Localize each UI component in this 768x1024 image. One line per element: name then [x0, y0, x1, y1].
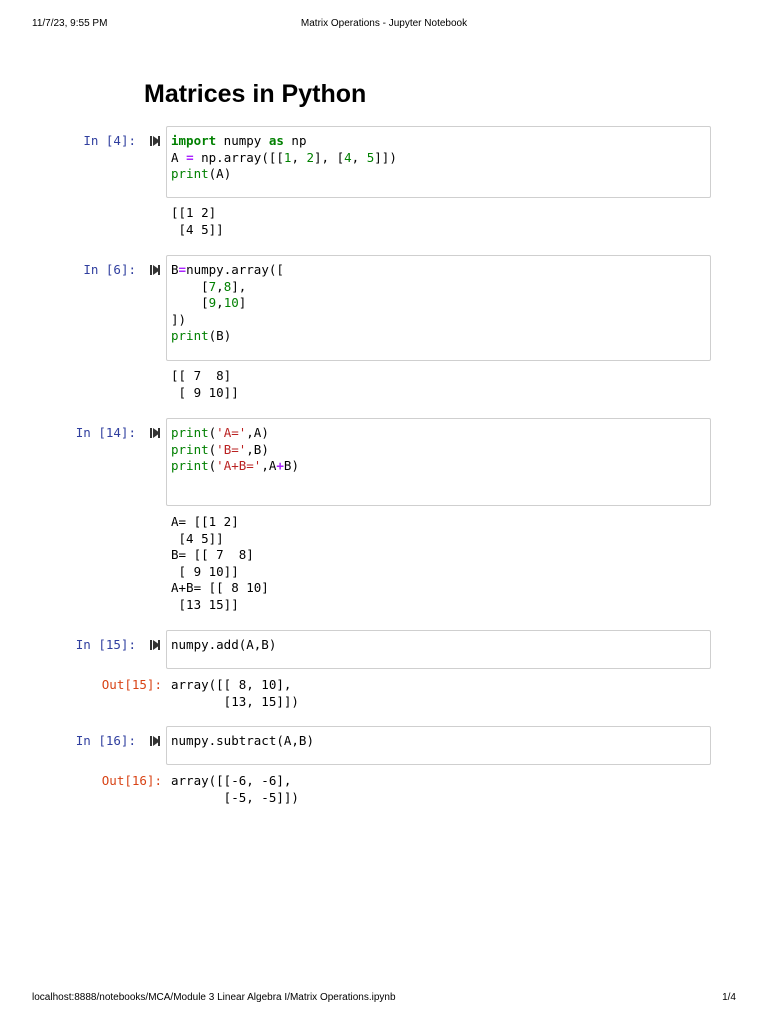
code-token: [ [171, 278, 209, 294]
code-token: 'A+B=' [216, 458, 262, 473]
code-token: B) [283, 458, 299, 473]
run-cell-icon[interactable] [149, 264, 161, 276]
cell-output: A= [[1 2] [4 5]] B= [[ 7 8] [ 9 10]] A+B= … [171, 514, 269, 613]
output-line: [13, 15]]) [171, 693, 299, 709]
code-token: 10 [223, 295, 239, 310]
code-token: [ [171, 295, 209, 310]
code-token: numpy.add(A,B) [171, 637, 277, 652]
code-token: = [186, 149, 194, 165]
output-line: B= [[ 7 8] [171, 547, 254, 562]
code-cell-input[interactable]: print('A=',A) print('B=',B) print('A+B=',A… [166, 418, 711, 506]
run-cell-icon[interactable] [149, 639, 161, 651]
code-line: B=numpy.array([ [171, 262, 706, 279]
output-line: [ 9 10]] [171, 563, 239, 579]
code-line: A = np.array([[1, 2], [4, 5]]) [171, 150, 706, 167]
code-cell-input[interactable]: B=numpy.array([ [7,8], [9,10]]) print(B) [166, 255, 711, 361]
input-prompt: In [15]: [75, 637, 136, 652]
code-token: ,B) [246, 441, 269, 457]
code-token: B [171, 262, 179, 277]
output-line: A+B= [[ 8 10] [171, 580, 269, 595]
input-prompt: In [16]: [75, 733, 136, 748]
code-token: = [178, 262, 187, 277]
code-token: np [283, 133, 307, 148]
output-line: [13 15]] [171, 596, 239, 612]
code-line: [9,10] [171, 295, 706, 312]
code-token: , [216, 295, 224, 310]
code-token: import [171, 133, 217, 148]
code-line: print('B=',B) [171, 442, 706, 459]
print-url[interactable]: localhost:8888/notebooks/MCA/Module 3 Li… [32, 992, 396, 1003]
code-token: A [171, 149, 187, 165]
code-token: numpy.subtract(A,B) [171, 733, 314, 748]
code-token: ]]) [374, 149, 397, 165]
output-line: [4 5]] [171, 530, 224, 546]
code-token: numpy [216, 133, 269, 148]
code-token: ,A) [246, 425, 269, 440]
print-footer: localhost:8888/notebooks/MCA/Module 3 Li… [32, 992, 736, 1006]
code-line: [7,8], [171, 279, 706, 296]
output-prompt: Out[15]: [101, 677, 162, 692]
code-line: numpy.add(A,B) [171, 637, 706, 654]
output-line: [ 9 10]] [171, 384, 239, 400]
run-cell-icon[interactable] [149, 427, 161, 439]
output-line: [[ 7 8] [171, 368, 232, 383]
print-header: 11/7/23, 9:55 PM Matrix Operations - Jup… [32, 18, 736, 32]
printed-notebook-page: 11/7/23, 9:55 PM Matrix Operations - Jup… [0, 0, 768, 1024]
code-line: import numpy as np [171, 133, 706, 150]
run-cell-icon[interactable] [149, 735, 161, 747]
code-token: ] [238, 295, 247, 310]
code-token: 'A=' [216, 425, 247, 440]
code-line: numpy.subtract(A,B) [171, 733, 706, 750]
code-line: print('A+B=',A+B) [171, 458, 706, 475]
output-prompt: Out[16]: [101, 773, 162, 788]
code-token: ]) [171, 311, 187, 327]
cell-output: array([[ 8, 10], [13, 15]]) [171, 677, 299, 710]
code-token: 'B=' [216, 441, 247, 457]
code-token: print [171, 425, 209, 440]
code-line: ]) [171, 312, 706, 329]
code-token: print [171, 458, 209, 473]
code-token: ], [231, 278, 247, 294]
print-title: Matrix Operations - Jupyter Notebook [300, 18, 468, 29]
input-prompt: In [14]: [75, 425, 136, 440]
output-line: [[1 2] [171, 205, 217, 220]
notebook-title: Matrices in Python [144, 80, 367, 108]
code-token: , [291, 149, 307, 165]
cell-output: [[1 2] [4 5]] [171, 205, 224, 238]
code-token: (B) [208, 328, 232, 343]
code-token: as [268, 133, 284, 148]
code-token: print [171, 166, 209, 181]
code-cell-input[interactable]: numpy.subtract(A,B) [166, 726, 711, 765]
code-token: numpy.array([ [186, 262, 284, 277]
code-token: + [276, 458, 284, 473]
output-line: [-5, -5]]) [171, 789, 299, 805]
output-line: array([[-6, -6], [171, 773, 292, 788]
code-cell-input[interactable]: numpy.add(A,B) [166, 630, 711, 669]
cell-output: array([[-6, -6], [-5, -5]]) [171, 773, 299, 806]
cell-output: [[ 7 8] [ 9 10]] [171, 368, 239, 401]
code-token: print [171, 441, 209, 457]
code-line: print('A=',A) [171, 425, 706, 442]
code-token: ,A [261, 458, 277, 473]
code-cell-input[interactable]: import numpy as np A = np.array([[1, 2], … [166, 126, 711, 198]
output-line: [4 5]] [171, 221, 224, 237]
code-line: print(A) [171, 166, 706, 183]
code-token: , [216, 278, 224, 294]
code-line: print(B) [171, 328, 706, 345]
output-line: array([[ 8, 10], [171, 677, 292, 692]
page-number: 1/4 [722, 992, 736, 1003]
code-token: (A) [208, 166, 232, 181]
code-token: 4 [344, 149, 352, 165]
code-token: , [351, 149, 367, 165]
input-prompt: In [4]: [83, 133, 136, 148]
output-line: A= [[1 2] [171, 514, 239, 529]
code-token: 2 [306, 149, 315, 165]
code-token: ], [ [314, 149, 345, 165]
code-token: print [171, 328, 209, 343]
run-cell-icon[interactable] [149, 135, 161, 147]
code-token: np.array([[ [193, 149, 284, 165]
input-prompt: In [6]: [83, 262, 136, 277]
